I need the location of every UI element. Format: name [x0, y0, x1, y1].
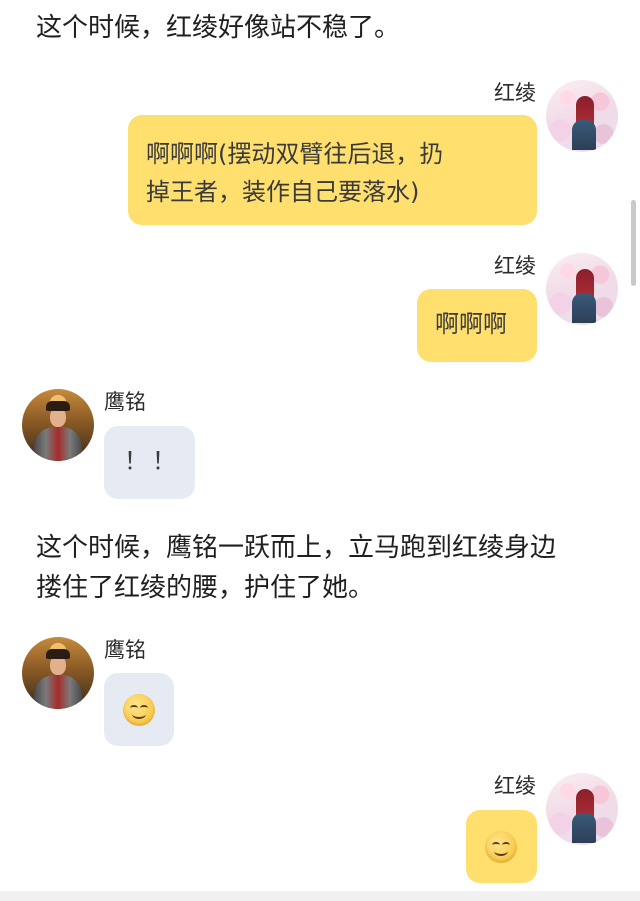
message-bubble[interactable] [466, 810, 537, 883]
avatar-figure-body [572, 813, 596, 843]
narration-text: 这个时候，红绫好像站不稳了。 [36, 13, 401, 43]
bottom-divider [0, 891, 640, 901]
avatar-hongling[interactable] [546, 80, 618, 152]
avatar-figure-body [572, 293, 596, 323]
avatar-figure-body [34, 427, 82, 461]
sender-name: 红绫 [494, 81, 536, 105]
avatar-hongling[interactable] [546, 253, 618, 325]
message-bubble[interactable]: ！！ [104, 426, 195, 499]
avatar-hongling[interactable] [546, 773, 618, 845]
sender-name: 鹰铭 [104, 638, 146, 662]
narration-text: 这个时候，鹰铭一跃而上，立马跑到红绫身边 搂住了红绫的腰，护住了她。 [36, 533, 557, 603]
message-bubble[interactable]: 啊啊啊 [417, 289, 537, 362]
smile-emoji-icon [485, 831, 517, 863]
avatar-figure-hat [46, 649, 70, 659]
avatar-figure-hat [46, 401, 70, 411]
avatar-yingming[interactable] [22, 637, 94, 709]
sender-name: 红绫 [494, 774, 536, 798]
message-bubble[interactable]: 啊啊啊(摆动双臂往后退，扔 掉王者，装作自己要落水) [128, 115, 537, 225]
scrollbar[interactable] [631, 200, 636, 286]
avatar-figure-body [34, 675, 82, 709]
sender-name: 鹰铭 [104, 390, 146, 414]
sender-name: 红绫 [494, 254, 536, 278]
avatar-yingming[interactable] [22, 389, 94, 461]
smile-emoji-icon [123, 694, 155, 726]
message-bubble[interactable] [104, 673, 174, 746]
avatar-figure-body [572, 120, 596, 150]
